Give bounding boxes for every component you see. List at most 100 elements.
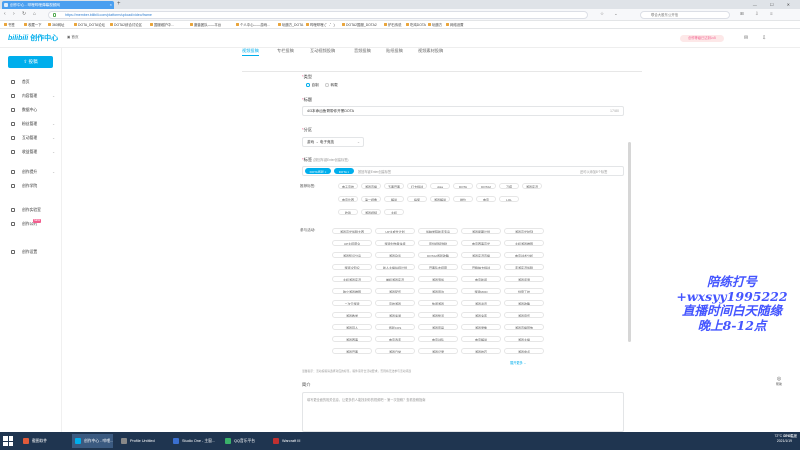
sidebar-item-data[interactable]: 数据中心: [0, 104, 62, 116]
home-icon[interactable]: ⌂: [33, 11, 36, 17]
sidebar-item-home[interactable]: 首页: [0, 76, 62, 88]
activity-tag[interactable]: 游戏冷知识: [332, 264, 372, 270]
sidebar-item-content[interactable]: 内容管理 ⌄: [0, 90, 62, 102]
sidebar-item-interaction[interactable]: 互动管理 ⌄: [0, 132, 62, 144]
activity-tag[interactable]: 主机游戏实况: [332, 276, 372, 282]
activity-tag[interactable]: 游戏高光剪辑大赛: [332, 228, 372, 234]
taskbar-app-button[interactable]: QQ音乐平台: [222, 434, 255, 448]
browser-tab[interactable]: 创作中心 - 哔哩哔哩弹幕视频网 ×: [2, 1, 114, 9]
activity-tag[interactable]: 游戏整活: [418, 312, 458, 318]
bookmark-item[interactable]: 360网址: [48, 21, 64, 29]
activity-tag[interactable]: 游戏COS: [375, 324, 415, 330]
header-home-link[interactable]: ▣ 首页: [67, 35, 79, 40]
activity-tag[interactable]: 电竞选手: [375, 336, 415, 342]
tab-interactive[interactable]: 互动视频投稿: [310, 48, 335, 54]
recommended-tag[interactable]: 第一视角: [361, 196, 381, 202]
activity-tag[interactable]: 游戏评测: [504, 276, 544, 282]
recommended-tag[interactable]: DOTA2: [476, 183, 496, 189]
recommended-tag[interactable]: 游戏实况: [522, 183, 542, 189]
help-float-button[interactable]: ◎ 帮助: [776, 376, 782, 386]
bookmark-item[interactable]: 玩魔方_DOTA: [278, 21, 303, 29]
activity-tag[interactable]: 游戏资讯: [461, 300, 501, 306]
bookmark-item[interactable]: 收藏一下: [24, 21, 42, 29]
bookmark-item[interactable]: 哔哩哔哩 (゜-゜): [306, 21, 335, 29]
activity-tag[interactable]: 游戏盘点: [504, 348, 544, 354]
activity-tag[interactable]: 游戏日常: [375, 348, 415, 354]
taskbar-app-button[interactable]: 创作中心 - 哔哩...: [72, 434, 114, 448]
activity-tag[interactable]: 游戏星期计划: [461, 228, 501, 234]
sidebar-item-fans[interactable]: 粉丝管理 ⌄: [0, 118, 62, 130]
intro-textarea[interactable]: 填写更全面的相关信息，让更多的人能找到你的视频吧 ~ 第一次投稿？查看投稿指南: [302, 392, 624, 432]
activity-tag[interactable]: 开箱抽卡挑战: [461, 264, 501, 270]
forward-icon[interactable]: ›: [13, 11, 15, 17]
activity-tag[interactable]: 新人主播扶持计划: [375, 264, 415, 270]
bookmark-item[interactable]: 玩魔方: [428, 21, 442, 29]
bookmark-item[interactable]: 国服维护中...: [150, 21, 174, 29]
browser-search-input[interactable]: 联合大股东公开信: [640, 11, 730, 19]
bookmark-item[interactable]: 书签: [4, 21, 15, 29]
clock[interactable]: 20:08 2021/1/19: [777, 434, 792, 444]
activity-tag[interactable]: 二次元游戏: [332, 300, 372, 306]
activity-tag[interactable]: 电竞战术分析: [504, 252, 544, 258]
recommended-tag[interactable]: 电子竞技: [338, 183, 358, 189]
activity-tag[interactable]: 游戏记录: [418, 348, 458, 354]
recommended-tag[interactable]: 游戏直播: [361, 183, 381, 189]
recommended-tag[interactable]: 电竞比赛: [338, 196, 358, 202]
bookmark-item[interactable]: 网络设置: [446, 21, 464, 29]
tab-material[interactable]: 视频素材投稿: [418, 48, 443, 54]
activity-tag[interactable]: 电竞战队: [418, 336, 458, 342]
activity-tag[interactable]: 游戏鬼畜: [461, 312, 501, 318]
activity-tag[interactable]: 游戏原画: [418, 324, 458, 330]
extensions-icon[interactable]: ⊞: [740, 11, 744, 17]
tab-audio[interactable]: 音频投稿: [354, 48, 371, 54]
activity-tag[interactable]: 单机游戏实况: [375, 276, 415, 282]
recommended-tag[interactable]: 游戏解说: [430, 196, 450, 202]
activity-tag[interactable]: UP主成长计划: [375, 228, 415, 234]
activity-tag[interactable]: 原创视频激励: [418, 240, 458, 246]
activity-tag[interactable]: 游戏周边: [418, 288, 458, 294]
back-icon[interactable]: ‹: [4, 11, 6, 17]
bookmark-item[interactable]: DOTA2国服_DOTA2: [342, 21, 377, 29]
recommended-tag[interactable]: 电竞: [476, 196, 496, 202]
activity-tag[interactable]: 游戏录像: [461, 324, 501, 330]
activity-tag[interactable]: 手游实况剪辑: [504, 264, 544, 270]
activity-tag[interactable]: 游戏配乐: [375, 288, 415, 294]
bookmark-item[interactable]: 个人中心——游戏...: [236, 21, 270, 29]
bookmark-item[interactable]: 魔兽团队——平台: [190, 21, 221, 29]
message-icon[interactable]: ✉: [744, 35, 748, 41]
activity-tag[interactable]: 主机游戏推荐: [504, 240, 544, 246]
recommended-tag[interactable]: 刀塔: [499, 183, 519, 189]
activity-tag[interactable]: 电竞解说: [461, 336, 501, 342]
bookmark-item[interactable]: DOTA2综合讨论区: [110, 21, 142, 29]
activity-tag[interactable]: 游戏同人: [332, 324, 372, 330]
activity-tag[interactable]: 游戏直播回放: [504, 324, 544, 330]
recommended-tag[interactable]: dota: [430, 183, 450, 189]
refresh-icon[interactable]: ↻: [22, 11, 26, 17]
sidebar-item-academy[interactable]: 创作学院: [0, 180, 62, 192]
tag-chip[interactable]: DOTA游戏 ×: [305, 168, 331, 174]
sidebar-item-improve[interactable]: 创作提升 ⌄: [0, 166, 62, 178]
new-tab-button[interactable]: +: [117, 0, 121, 9]
tab-article[interactable]: 专栏投稿: [277, 48, 294, 54]
recommended-tag[interactable]: 打卡挑战: [407, 183, 427, 189]
activity-tag[interactable]: 游戏攻略: [504, 300, 544, 306]
recommended-tag[interactable]: 排位: [453, 196, 473, 202]
url-input[interactable]: https://member.bilibili.com/platform/upl…: [48, 11, 588, 19]
activity-tag[interactable]: 游戏混剪: [418, 276, 458, 282]
taskbar-app-button[interactable]: Studio One - 主窗...: [170, 434, 215, 448]
windows-start-icon[interactable]: [3, 436, 13, 446]
activity-tag[interactable]: 电竞新闻: [461, 276, 501, 282]
activity-tag[interactable]: 游戏技巧: [461, 348, 501, 354]
tag-chip[interactable]: DOTA ×: [334, 168, 354, 174]
activity-tag[interactable]: 游戏MOD: [461, 288, 501, 294]
recommended-tag[interactable]: 游戏视频: [361, 209, 381, 215]
activity-tag[interactable]: DOTA2游戏攻略: [418, 252, 458, 258]
recommended-tag[interactable]: 搞笑: [407, 196, 427, 202]
close-tab-icon[interactable]: ×: [110, 1, 112, 9]
activity-tag[interactable]: 剪映学院新手专享: [418, 228, 458, 234]
download-icon[interactable]: ⇩: [755, 11, 759, 17]
activity-tag[interactable]: 游戏主播: [504, 336, 544, 342]
activity-tag[interactable]: 游戏知识分享: [332, 252, 372, 258]
window-controls[interactable]: — ☐ ✕: [753, 0, 796, 9]
activity-tag[interactable]: 电竞赛事高光: [461, 240, 501, 246]
